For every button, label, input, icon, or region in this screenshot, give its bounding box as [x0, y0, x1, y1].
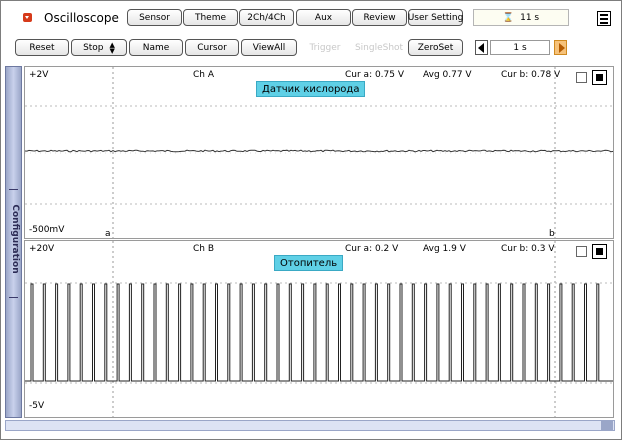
theme-button[interactable]: Theme	[183, 9, 238, 26]
record-timer: ⌛ 11 s	[473, 9, 569, 26]
reset-button[interactable]: Reset	[15, 39, 69, 56]
ch-a-cursor-b: Cur b: 0.78 V	[501, 70, 561, 80]
stop-button[interactable]: Stop ▲ ▼	[71, 39, 127, 56]
review-button[interactable]: Review	[352, 9, 407, 26]
ch-a-signal-label: Датчик кислорода	[256, 81, 366, 97]
aux-button[interactable]: Aux	[296, 9, 351, 26]
channel-b-panel: +20V Ch B Cur a: 0.2 V Avg 1.9 V Cur b: …	[24, 240, 615, 419]
stop-label: Stop	[83, 42, 104, 53]
channel-a-trace	[24, 149, 614, 153]
app-title: Oscilloscope	[44, 11, 119, 25]
cursor-button[interactable]: Cursor	[185, 39, 239, 56]
ch-a-name: Ch A	[193, 70, 215, 80]
timebase-value: 1 s	[490, 40, 550, 55]
viewall-button[interactable]: ViewAll	[241, 39, 297, 56]
ch-b-signal-label: Отопитель	[274, 255, 344, 271]
menu-icon[interactable]	[597, 11, 611, 26]
singleshot-button[interactable]: SingleShot	[352, 39, 406, 56]
name-button[interactable]: Name	[129, 39, 183, 56]
ch-b-bottom-scale: -5V	[29, 401, 45, 411]
ch-b-avg: Avg 1.9 V	[423, 244, 466, 254]
scroll-corner	[601, 421, 613, 430]
ch-b-cursor-a: Cur a: 0.2 V	[345, 244, 399, 254]
timer-value: 11 s	[520, 12, 540, 23]
ch-a-cursor-a: Cur a: 0.75 V	[345, 70, 405, 80]
ch-b-stop-icon[interactable]	[592, 244, 607, 259]
ch-b-checkbox[interactable]	[576, 246, 587, 257]
app-menu-icon[interactable]	[23, 13, 32, 22]
ch-a-avg: Avg 0.77 V	[423, 70, 472, 80]
configuration-label: Configuration	[10, 204, 20, 274]
zeroset-button[interactable]: ZeroSet	[408, 39, 463, 56]
timebase-decrease-icon[interactable]	[475, 40, 488, 55]
ch-a-stop-icon[interactable]	[592, 70, 607, 85]
ch-a-top-scale: +2V	[29, 70, 49, 80]
sensor-button[interactable]: Sensor	[127, 9, 182, 26]
ch-b-cursor-b: Cur b: 0.3 V	[501, 244, 555, 254]
horizontal-scrollbar[interactable]	[5, 420, 615, 431]
ch-b-name: Ch B	[193, 244, 215, 254]
user-setting-button[interactable]: User Setting	[408, 9, 463, 26]
ch-a-bottom-scale: -500mV	[29, 225, 65, 235]
channels-button[interactable]: 2Ch/4Ch	[239, 9, 294, 26]
ch-a-checkbox[interactable]	[576, 72, 587, 83]
configuration-tab[interactable]: Configuration	[5, 66, 22, 418]
hourglass-icon: ⌛	[502, 12, 515, 23]
ch-b-top-scale: +20V	[29, 244, 55, 254]
cursor-b-marker[interactable]: b	[549, 229, 555, 239]
channel-a-panel: +2V Ch A Cur a: 0.75 V Avg 0.77 V Cur b:…	[24, 66, 615, 240]
timebase-increase-icon[interactable]	[554, 40, 567, 55]
stepper-icon: ▲ ▼	[109, 40, 115, 55]
trigger-button[interactable]: Trigger	[299, 39, 351, 56]
cursor-a-marker[interactable]: a	[105, 229, 111, 239]
